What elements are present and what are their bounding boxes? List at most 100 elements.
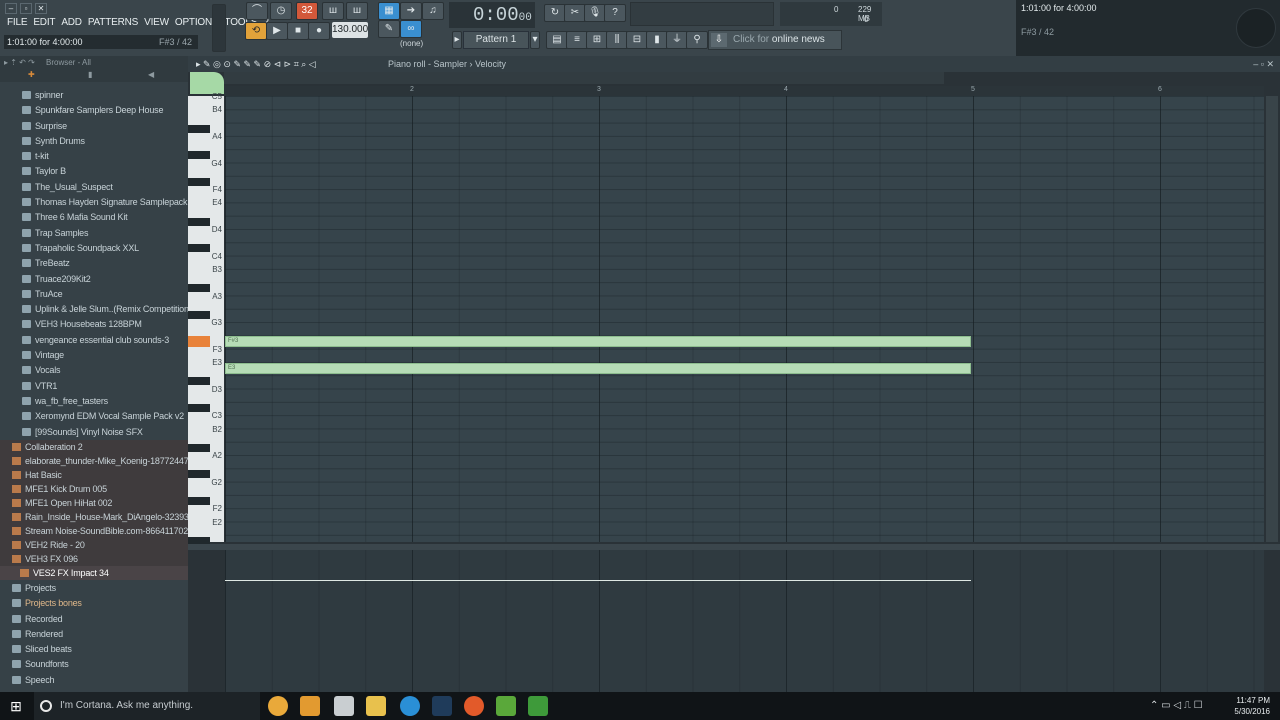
system-tray-icons[interactable]: ⌃ ▭ ◁ ⎍ ☐	[1150, 700, 1203, 711]
browser-file-item[interactable]: elaborate_thunder-Mike_Koenig-1877244752	[0, 454, 188, 468]
browser-folder-item[interactable]: TreBeatz	[0, 256, 188, 271]
browser-file-item[interactable]: Hat Basic	[0, 468, 188, 482]
pencil-icon[interactable]: ✎	[378, 20, 400, 38]
minimize-icon[interactable]: –	[5, 3, 17, 14]
browser-root-item[interactable]: Speech	[0, 673, 188, 688]
browser-folder-item[interactable]: Trapaholic Soundpack XXL	[0, 241, 188, 256]
metronome-icon[interactable]: ◷	[270, 2, 292, 20]
browser-folder-item[interactable]: Taylor B	[0, 164, 188, 179]
logo-knob[interactable]	[1236, 8, 1276, 48]
browser-file-item[interactable]: Rain_Inside_House-Mark_DiAngelo-32393411…	[0, 510, 188, 524]
browser-file-item[interactable]: MFE1 Kick Drum 005	[0, 482, 188, 496]
browser-folder-item[interactable]: Thomas Hayden Signature Samplepack	[0, 195, 188, 210]
piano-roll-window-controls[interactable]: – ▫ ✕	[1253, 56, 1274, 72]
browser-file-item[interactable]: VEH2 Ride - 20	[0, 538, 188, 552]
stop-button[interactable]: ■	[287, 22, 309, 40]
browser-folder-item[interactable]: VEH3 Housebeats 128BPM	[0, 317, 188, 332]
browser-folder-item[interactable]: VTR1	[0, 379, 188, 394]
horizontal-scrollbar[interactable]	[224, 72, 944, 84]
arrow-right-icon[interactable]: ➔	[400, 2, 422, 20]
browser-folder-item[interactable]: Xeromynd EDM Vocal Sample Pack v2	[0, 409, 188, 424]
browser-folder-item[interactable]: Truace209Kit2	[0, 272, 188, 287]
piano-keyboard[interactable]: C5 B4 A4 G4 F4 E4 D4 C4 B3 A3 G3 F3 E3 D3 C3 B2 A2 G2 F2 E2	[188, 92, 224, 545]
link-icon[interactable]: ∞	[400, 20, 422, 38]
browser-root-item[interactable]: Projects	[0, 581, 188, 596]
browser-folder-item[interactable]: spinner	[0, 88, 188, 103]
browser-file-item[interactable]: Collaberation 2	[0, 440, 188, 454]
camtasia-icon[interactable]	[496, 696, 516, 716]
menu-item-1[interactable]: EDIT	[30, 17, 58, 29]
fl-studio-icon[interactable]	[300, 696, 320, 716]
browser-speaker-icon[interactable]: ◀	[148, 70, 154, 79]
browser-folder-item[interactable]: Three 6 Mafia Sound Kit	[0, 210, 188, 225]
browser-root-item[interactable]: Rendered	[0, 627, 188, 642]
system-clock[interactable]: 11:47 PM 5/30/2016	[1234, 695, 1270, 717]
channel-settings-icon[interactable]: ⊟	[626, 31, 648, 49]
browser-file-item[interactable]: VES2 FX Impact 34	[0, 566, 188, 580]
step-edit-button[interactable]: 32	[296, 2, 318, 20]
browser-options-icon[interactable]: ▸ ⇡ ↶ ↷	[4, 58, 35, 67]
tempo-display[interactable]: 130.000	[332, 22, 368, 38]
velocity-editor[interactable]	[225, 550, 1264, 692]
browser-file-item[interactable]: Stream Noise-SoundBible.com-866411702	[0, 524, 188, 538]
browser-file-icon[interactable]: ▮	[88, 70, 92, 79]
browser-root-item[interactable]: Soundfonts	[0, 657, 188, 672]
browser-folder-item[interactable]: Uplink & Jelle Slum..(Remix Competition)	[0, 302, 188, 317]
browser-root-item[interactable]: Recorded	[0, 612, 188, 627]
mail-icon[interactable]	[334, 696, 354, 716]
bell-icon[interactable]: ♫	[422, 2, 444, 20]
note[interactable]: E3	[225, 363, 971, 374]
browser-file-item[interactable]: VEH3 FX 096	[0, 552, 188, 566]
velocity-level-line[interactable]	[225, 580, 971, 581]
scissors-icon[interactable]: ✂	[564, 4, 586, 22]
refresh-icon[interactable]: ↻	[544, 4, 566, 22]
browser-file-item[interactable]: MFE1 Open HiHat 002	[0, 496, 188, 510]
browser-folder-item[interactable]: Spunkfare Samplers Deep House	[0, 103, 188, 118]
browser-root-item[interactable]: Projects bones	[0, 596, 188, 611]
piano-roll-tools-icon[interactable]: ▸ ✎ ◎ ⊙ ✎ ✎ ✎ ⊘ ⊲ ⊳ ⌗ ⌕ ◁	[196, 56, 316, 72]
close-icon[interactable]: ✕	[35, 3, 47, 14]
browser-folder-item[interactable]: TruAce	[0, 287, 188, 302]
browser-folder-item[interactable]: wa_fb_free_tasters	[0, 394, 188, 409]
tempo-tap-icon[interactable]: ⚲	[686, 31, 708, 49]
record-button[interactable]: ●	[308, 22, 330, 40]
microphone-icon[interactable]: 🎙	[584, 4, 606, 22]
note[interactable]: F#3	[225, 336, 971, 348]
media-app-icon[interactable]	[464, 696, 484, 716]
browser-folder-item[interactable]: The_Usual_Suspect	[0, 180, 188, 195]
note-color-tab[interactable]	[190, 72, 224, 94]
snap-value[interactable]: (none)	[400, 39, 423, 48]
camtasia-recorder-icon[interactable]	[528, 696, 548, 716]
master-volume-slider[interactable]	[212, 4, 226, 52]
browser-folder-item[interactable]: Vintage	[0, 348, 188, 363]
playlist-icon[interactable]: ▤	[546, 31, 568, 49]
browser-add-icon[interactable]: ✚	[28, 70, 35, 79]
menu-item-0[interactable]: FILE	[4, 17, 30, 29]
plugin-icon[interactable]: ⏚	[666, 31, 688, 49]
browser-folder-item[interactable]: t-kit	[0, 149, 188, 164]
browser-folder-item[interactable]: vengeance essential club sounds-3	[0, 333, 188, 348]
timeline-ruler[interactable]: 2 3 4 5 6	[224, 86, 1264, 96]
snap-icon[interactable]: ▦	[378, 2, 400, 20]
channel-rack-icon[interactable]: ≡	[566, 31, 588, 49]
browser-folder-item[interactable]: Synth Drums	[0, 134, 188, 149]
steam-icon[interactable]	[432, 696, 452, 716]
browser-folder-item[interactable]: [99Sounds] Vinyl Noise SFX	[0, 425, 188, 440]
piano-roll-icon[interactable]: ⊞	[586, 31, 608, 49]
file-explorer-icon[interactable]	[366, 696, 386, 716]
windows-start-icon[interactable]: ⊞	[0, 692, 32, 720]
chrome-icon[interactable]	[268, 696, 288, 716]
pattern-prev-icon[interactable]: ▸	[452, 31, 462, 49]
browser-root-item[interactable]: Sliced beats	[0, 642, 188, 657]
menu-item-3[interactable]: PATTERNS	[85, 17, 141, 29]
file-icon[interactable]: ▮	[646, 31, 668, 49]
cortana-search[interactable]: I'm Cortana. Ask me anything.	[34, 692, 260, 720]
note-grid[interactable]: F#3 E3	[225, 96, 1264, 542]
vertical-scrollbar[interactable]	[1266, 96, 1278, 542]
skype-icon[interactable]	[400, 696, 420, 716]
menu-item-2[interactable]: ADD	[58, 17, 85, 29]
pattern-next-icon[interactable]: ▾	[530, 31, 540, 49]
loop-record-icon[interactable]: ш	[346, 2, 368, 20]
restore-icon[interactable]: ▫	[20, 3, 32, 14]
mixer-icon[interactable]: ⫼	[606, 31, 628, 49]
